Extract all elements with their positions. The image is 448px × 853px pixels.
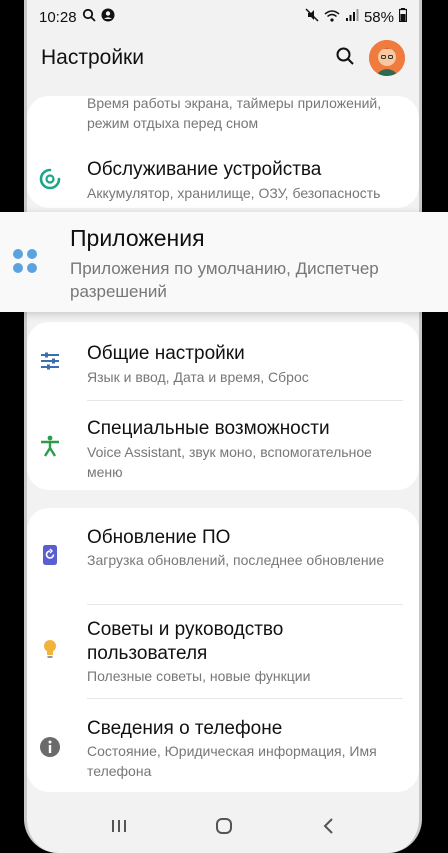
status-bar: 10:28 58% — [27, 0, 419, 34]
settings-card-top: Время работы экрана, таймеры приложений,… — [27, 95, 419, 208]
back-icon[interactable] — [320, 817, 336, 840]
search-icon — [82, 8, 96, 26]
signal-icon — [345, 8, 359, 26]
item-title: Общие настройки — [87, 343, 245, 364]
item-title: Специальные возможности — [87, 418, 330, 439]
item-subtitle: Язык и ввод, Дата и время, Сброс — [87, 369, 309, 385]
list-item-accessibility[interactable]: Специальные возможности Voice Assistant,… — [27, 402, 419, 490]
list-item-device-care[interactable]: Обслуживание устройства Аккумулятор, хра… — [27, 148, 419, 208]
item-title: Сведения о телефоне — [87, 718, 283, 739]
battery-icon — [398, 8, 408, 26]
item-subtitle: Полезные советы, новые функции — [87, 668, 311, 684]
status-time: 10:28 — [39, 8, 77, 26]
list-item-about-phone[interactable]: Сведения о телефоне Состояние, Юридическ… — [27, 700, 419, 792]
app-bar: Настройки — [27, 36, 419, 80]
search-icon[interactable] — [335, 46, 355, 71]
item-subtitle: Загрузка обновлений, последнее обновлени… — [87, 552, 385, 568]
item-subtitle: Приложения по умолчанию, Диспетчер разре… — [70, 259, 379, 301]
settings-card-general: Общие настройки Язык и ввод, Дата и врем… — [27, 322, 419, 490]
device-care-icon — [39, 168, 61, 190]
divider — [87, 698, 403, 699]
divider — [87, 604, 403, 605]
divider — [87, 400, 403, 401]
item-subtitle: Время работы экрана, таймеры приложений,… — [87, 95, 382, 131]
home-icon[interactable] — [214, 816, 234, 841]
mute-icon — [305, 8, 319, 26]
info-icon — [39, 736, 61, 758]
wifi-icon — [324, 9, 340, 26]
navigation-bar — [27, 803, 419, 853]
item-title: Советы и руководство пользователя — [87, 619, 284, 664]
account-circle-icon — [101, 8, 115, 26]
avatar[interactable] — [369, 40, 405, 76]
apps-icon — [12, 248, 38, 279]
sliders-icon — [39, 350, 61, 372]
list-item-tips[interactable]: Советы и руководство пользователя Полезн… — [27, 606, 419, 698]
list-item-software-update[interactable]: Обновление ПО Загрузка обновлений, после… — [27, 508, 419, 592]
item-title: Обновление ПО — [87, 527, 231, 548]
item-subtitle: Аккумулятор, хранилище, ОЗУ, безопасност… — [87, 185, 381, 201]
item-title: Приложения — [70, 225, 205, 251]
software-update-icon — [39, 544, 61, 566]
battery-text: 58% — [363, 8, 394, 26]
item-title: Обслуживание устройства — [87, 159, 322, 180]
recents-icon[interactable] — [110, 818, 128, 839]
page-title: Настройки — [41, 46, 144, 69]
lightbulb-icon — [39, 638, 61, 660]
list-item-general-management[interactable]: Общие настройки Язык и ввод, Дата и врем… — [27, 322, 419, 400]
item-subtitle: Состояние, Юридическая информация, Имя т… — [87, 743, 377, 779]
accessibility-icon — [39, 435, 61, 457]
settings-card-support: Обновление ПО Загрузка обновлений, после… — [27, 508, 419, 792]
phone-screen: 10:28 58% Настройки Время работы экрана,… — [24, 0, 422, 853]
list-item-partial[interactable]: Время работы экрана, таймеры приложений,… — [27, 95, 419, 134]
list-item-apps[interactable]: Приложения Приложения по умолчанию, Дисп… — [0, 212, 448, 312]
item-subtitle: Voice Assistant, звук моно, вспомогатель… — [87, 444, 372, 480]
